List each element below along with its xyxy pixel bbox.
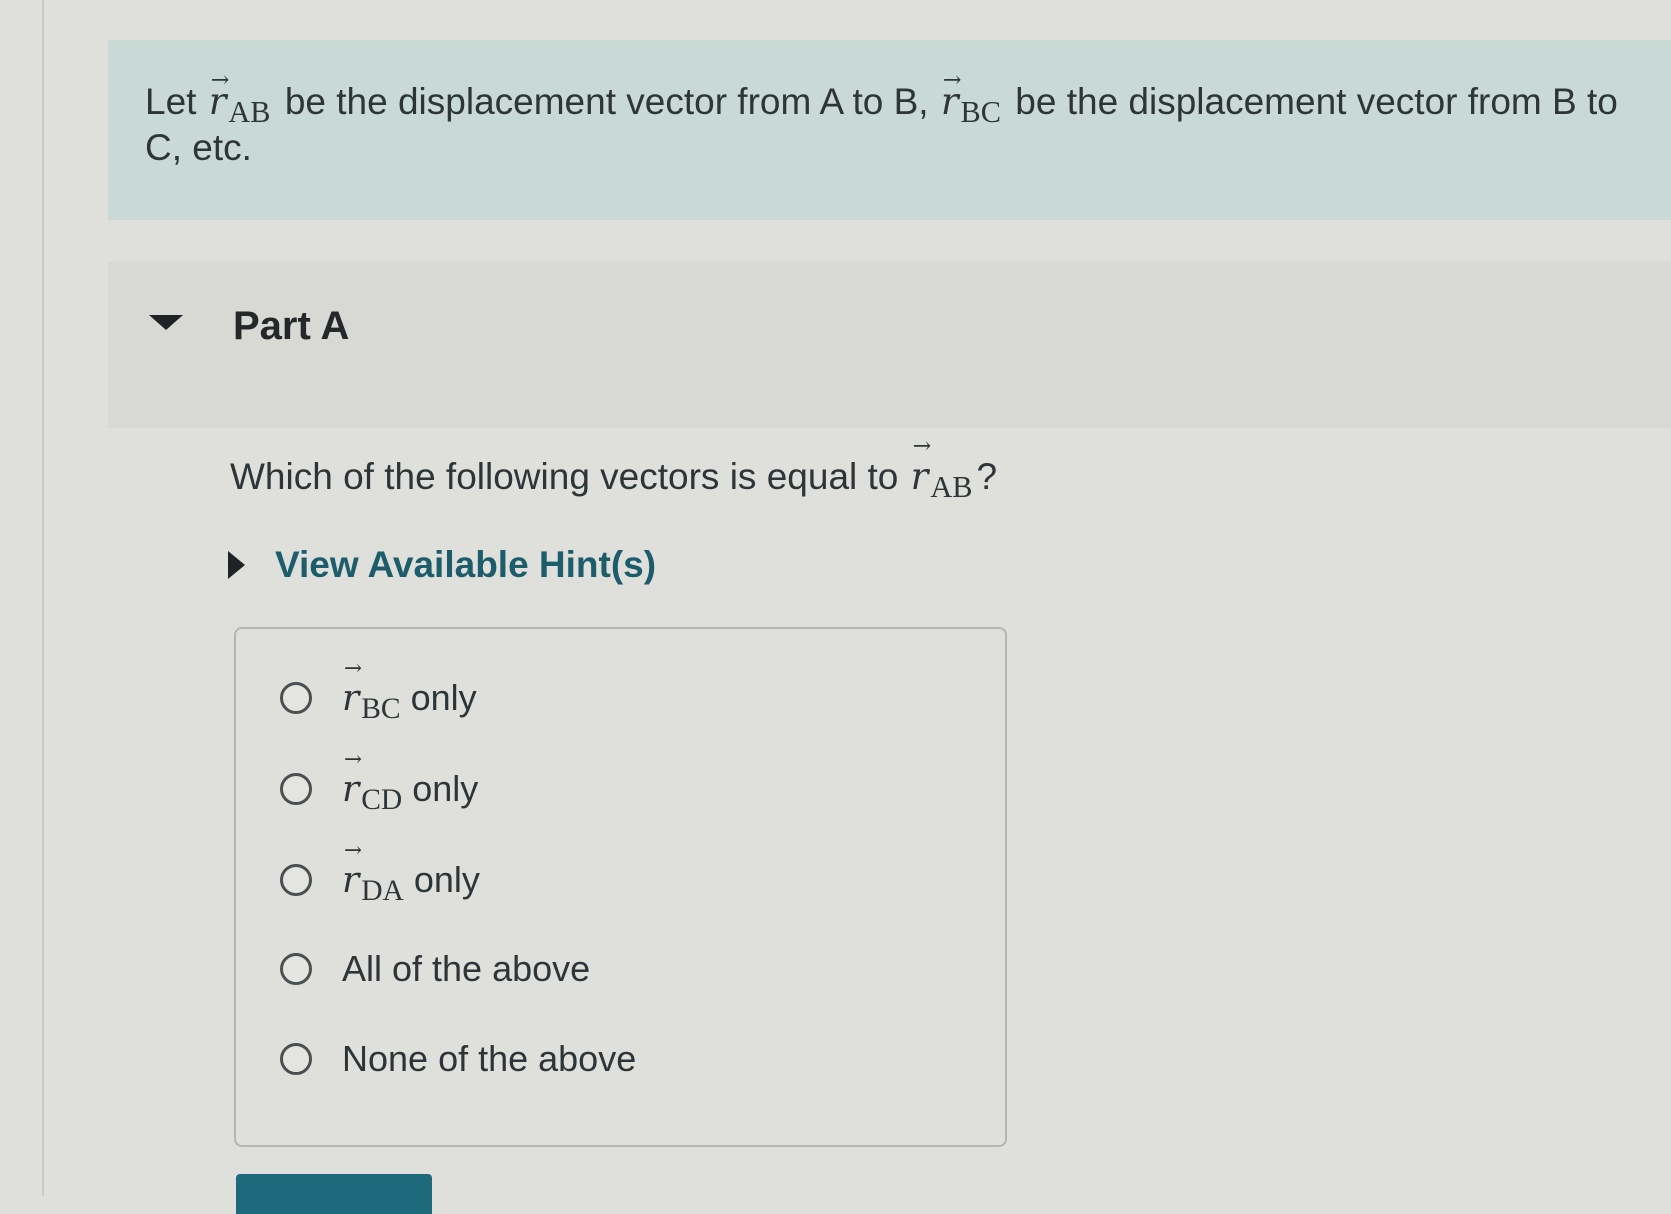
radio-button[interactable]: [280, 682, 312, 714]
expand-caret-icon[interactable]: [228, 551, 245, 579]
view-hints-label[interactable]: View Available Hint(s): [275, 544, 656, 586]
option-all-of-the-above[interactable]: All of the above: [280, 948, 590, 990]
option-label: All of the above: [342, 948, 591, 989]
problem-intro: Let rAB be the displacement vector from …: [108, 40, 1671, 220]
radio-button[interactable]: [280, 773, 312, 805]
option-r-cd-only[interactable]: rCD only: [280, 747, 479, 816]
part-title: Part A: [233, 304, 350, 348]
option-none-of-the-above[interactable]: None of the above: [280, 1038, 636, 1080]
vector-r-da: rDA: [342, 838, 404, 907]
radio-button[interactable]: [280, 1043, 312, 1075]
question-text: Which of the following vectors is equal …: [230, 433, 997, 504]
option-label: None of the above: [342, 1038, 637, 1079]
vector-r-ab: rAB: [911, 433, 973, 504]
intro-let: Let: [145, 81, 197, 122]
radio-button[interactable]: [280, 953, 312, 985]
vector-r-bc: rBC: [941, 58, 1001, 129]
option-r-da-only[interactable]: rDA only: [280, 838, 480, 907]
collapse-caret-icon[interactable]: [149, 315, 183, 330]
option-label: only: [410, 677, 477, 718]
radio-button[interactable]: [280, 864, 312, 896]
page-left-rule: [42, 0, 44, 1196]
option-label: only: [413, 859, 480, 900]
option-label: only: [412, 768, 479, 809]
view-hints-toggle[interactable]: View Available Hint(s): [228, 544, 656, 586]
vector-r-cd: rCD: [342, 747, 402, 816]
vector-r-bc: rBC: [342, 656, 401, 725]
vector-r-ab: rAB: [209, 58, 271, 129]
part-a-header[interactable]: Part A: [108, 262, 1671, 428]
intro-text-1: be the displacement vector from A to B,: [284, 81, 929, 122]
answer-options: rBC only rCD only rDA only All of the ab…: [234, 627, 1007, 1147]
option-r-bc-only[interactable]: rBC only: [280, 656, 477, 725]
submit-button[interactable]: [236, 1174, 432, 1214]
